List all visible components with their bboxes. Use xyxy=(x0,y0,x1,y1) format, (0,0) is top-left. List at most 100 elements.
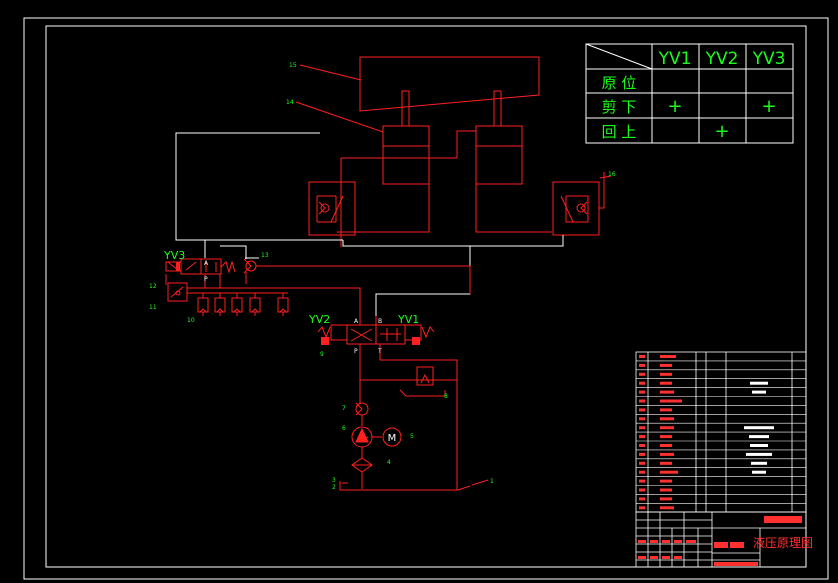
parts-list-index-mark xyxy=(639,408,645,412)
parts-list-index-mark xyxy=(639,372,645,376)
table-header-yv1: YV1 xyxy=(658,49,692,69)
parts-list-spec-mark xyxy=(752,390,766,394)
callout-1: 1 xyxy=(490,478,494,485)
valve-label-yv1: YV1 xyxy=(397,313,419,326)
parts-list-cell-mark xyxy=(660,363,672,367)
parts-list-cell-mark xyxy=(660,470,678,474)
parts-list-cell-mark xyxy=(660,381,672,385)
parts-list-index-mark xyxy=(639,399,645,403)
parts-list-index-mark xyxy=(639,461,645,465)
callout-5: 5 xyxy=(410,433,414,440)
parts-list-cell-mark xyxy=(660,372,672,376)
parts-list-spec-mark xyxy=(746,452,772,456)
parts-list-index-mark xyxy=(639,506,645,510)
parts-list-rows xyxy=(636,355,806,510)
motor-symbol: M xyxy=(388,433,397,444)
coil-yv3 xyxy=(176,262,180,271)
parts-list-spec-mark xyxy=(750,381,768,385)
parts-list-cell-mark xyxy=(660,390,674,394)
parts-list-cell-mark xyxy=(660,426,674,430)
coil-yv2 xyxy=(321,337,329,345)
parts-list-index-mark xyxy=(639,479,645,483)
table-row-label-home: 原 位 xyxy=(602,74,637,92)
callout-4: 4 xyxy=(387,459,391,466)
callout-13: 13 xyxy=(261,252,269,259)
parts-list-cell-mark xyxy=(660,452,674,456)
parts-list-cell-mark xyxy=(660,497,672,501)
callout-10: 10 xyxy=(187,317,195,324)
parts-list-cell-mark xyxy=(660,479,672,483)
parts-list-index-mark xyxy=(639,488,645,492)
parts-list-spec-mark xyxy=(751,461,767,465)
hydraulic-lines-white xyxy=(175,132,564,316)
table-cell: + xyxy=(714,121,729,142)
parts-list-index-mark xyxy=(639,355,645,358)
table-diagonal xyxy=(585,43,653,70)
parts-list-index-mark xyxy=(639,470,645,474)
table-row-label-cut-down: 剪 下 xyxy=(602,98,637,116)
cylinder-left xyxy=(382,125,430,185)
pump-group xyxy=(339,358,458,491)
table-header-yv2: YV2 xyxy=(705,49,739,69)
hydraulic-lines-red xyxy=(295,56,612,247)
parts-list-cell-mark xyxy=(660,408,672,412)
parts-list-cell-mark xyxy=(660,461,672,465)
parts-list-index-mark xyxy=(639,417,645,421)
coil-yv1 xyxy=(412,337,420,345)
shear-blade-beam xyxy=(359,56,540,112)
hydraulic-schematic-drawing: YV1 YV2 YV3 原 位 剪 下 回 上 + + + M YV3 YV2 … xyxy=(23,17,829,580)
valve-label-yv2: YV2 xyxy=(308,313,330,326)
port-label-p: P xyxy=(354,348,358,355)
callout-11: 11 xyxy=(149,304,157,311)
port-label-a: A xyxy=(204,260,209,267)
cylinder-rod-left xyxy=(401,90,410,127)
callout-7: 7 xyxy=(342,405,346,412)
parts-list-index-mark xyxy=(639,452,645,456)
cylinder-rod-right xyxy=(493,90,502,127)
parts-list-cell-mark xyxy=(660,417,674,421)
port-label-t: T xyxy=(377,348,382,355)
callout-12: 12 xyxy=(149,283,157,290)
parts-list-spec-mark xyxy=(744,426,774,430)
parts-list-spec-mark xyxy=(749,435,769,439)
cylinder-right xyxy=(475,125,523,185)
port-label-p: P xyxy=(204,276,208,283)
callout-9: 9 xyxy=(320,351,324,358)
parts-list-cell-mark xyxy=(660,435,672,439)
callout-8: 8 xyxy=(444,393,448,400)
check-valve-13 xyxy=(243,258,257,274)
callout-16: 16 xyxy=(608,171,616,178)
parts-list-cell-mark xyxy=(660,444,672,447)
port-label-a: A xyxy=(354,318,359,325)
callout-14: 14 xyxy=(286,99,294,106)
parts-list-index-mark xyxy=(639,363,645,367)
callout-2: 2 xyxy=(332,484,336,491)
parts-list-cell-mark xyxy=(660,355,676,358)
table-header-yv3: YV3 xyxy=(752,49,786,69)
parts-list-index-mark xyxy=(639,497,645,501)
parts-list-index-mark xyxy=(639,390,645,394)
parts-list-index-mark xyxy=(639,381,645,385)
parts-list-cell-mark xyxy=(660,506,674,510)
callout-6: 6 xyxy=(342,425,346,432)
table-cell: + xyxy=(667,96,682,117)
parts-list-cell-mark xyxy=(660,488,672,492)
drawing-title: 液压原理图 xyxy=(753,535,813,550)
port-label-b: B xyxy=(378,318,382,325)
valve-label-yv3: YV3 xyxy=(163,249,185,262)
parts-list-spec-mark xyxy=(750,444,768,447)
callout-15: 15 xyxy=(289,62,297,69)
throttle-check-valve-left xyxy=(308,181,356,236)
parts-list-index-mark xyxy=(639,435,645,439)
outer-frame xyxy=(23,17,829,580)
table-cell: + xyxy=(761,96,776,117)
table-row-label-return-up: 回 上 xyxy=(602,123,637,141)
callout-3: 3 xyxy=(332,477,336,484)
inner-frame xyxy=(45,25,807,568)
parts-list-index-mark xyxy=(639,426,645,430)
callout-leader-1b xyxy=(457,485,471,491)
parts-list-spec-mark xyxy=(752,470,766,474)
callout-leader-1 xyxy=(471,479,489,486)
throttle-check-valve-right xyxy=(552,181,600,236)
parts-list-cell-mark xyxy=(660,399,682,403)
